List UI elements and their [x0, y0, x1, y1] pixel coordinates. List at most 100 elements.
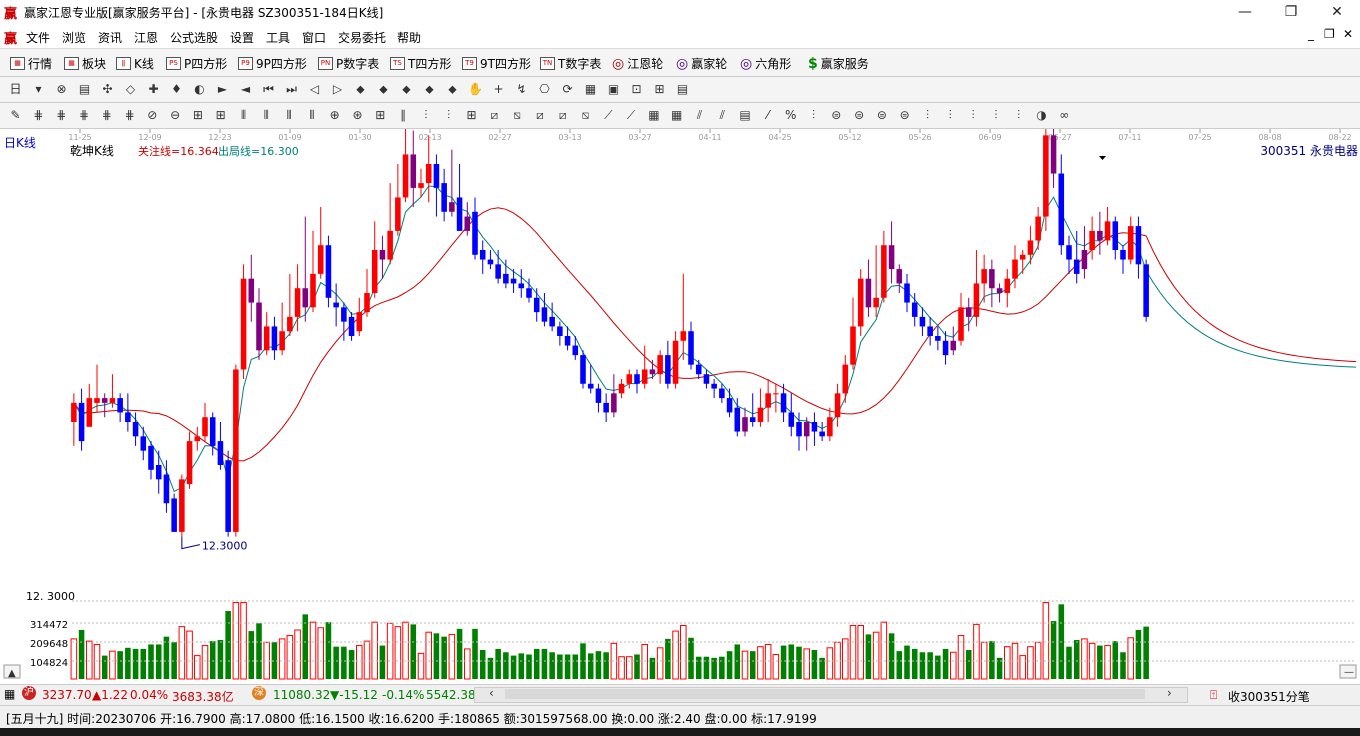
tool-button-icon[interactable]: ⊕ — [327, 108, 342, 122]
tool-button-icon[interactable]: ▾ — [31, 82, 46, 96]
tool-button-icon[interactable]: ⫶ — [806, 108, 821, 122]
menu-trade[interactable]: 交易委托 — [338, 29, 386, 46]
menu-window[interactable]: 窗口 — [302, 29, 326, 46]
tool-button-icon[interactable]: ⫶ — [1011, 108, 1026, 122]
tool-button-icon[interactable]: ▦ — [669, 108, 684, 122]
tool-button-icon[interactable]: ⫶ — [988, 108, 1003, 122]
tool-button-icon[interactable]: ⫶ — [943, 108, 958, 122]
tool-button-icon[interactable]: 日 — [8, 82, 23, 96]
tool-button-icon[interactable]: ⧅ — [510, 108, 525, 122]
scrollbar-thumb[interactable] — [505, 689, 1145, 699]
tool-button-icon[interactable]: ⊡ — [629, 82, 644, 96]
tool-button-icon[interactable]: ▤ — [738, 108, 753, 122]
tool-button-icon[interactable]: ⫶ — [418, 108, 433, 122]
tool-button-icon[interactable]: ⫽ — [692, 108, 707, 122]
quotes-button[interactable]: ▦ 行情 — [10, 55, 52, 72]
child-minimize-button[interactable]: _ — [1308, 27, 1314, 41]
menu-tools[interactable]: 工具 — [266, 29, 290, 46]
tool-button-icon[interactable]: ⊜ — [852, 108, 867, 122]
kline-chart[interactable]: 11-25 12-09 12-23 01-09 01-30 02-13 02-27 03-13… — [0, 103, 1360, 682]
menu-formula-select[interactable]: 公式选股 — [170, 29, 218, 46]
tool-button-icon[interactable]: ✎ — [8, 108, 23, 122]
hexagon-button[interactable]: ◎ 六角形 — [740, 55, 791, 72]
tool-button-icon[interactable]: ⊞ — [652, 82, 667, 96]
tool-button-icon[interactable]: + — [491, 82, 506, 96]
tool-button-icon[interactable]: ⊛ — [350, 108, 365, 122]
kline-button[interactable]: ǁ K线 — [116, 55, 154, 72]
tool-button-icon[interactable]: ⎔ — [537, 82, 552, 96]
tool-button-icon[interactable]: ⊗ — [54, 82, 69, 96]
tool-button-icon[interactable]: ⧅ — [578, 108, 593, 122]
tool-button-icon[interactable]: ⬥ — [399, 82, 414, 96]
tool-button-icon[interactable]: ⋕ — [76, 108, 91, 122]
tool-button-icon[interactable]: ⋕ — [31, 108, 46, 122]
tool-button-icon[interactable]: ⋕ — [122, 108, 137, 122]
9t-square-button[interactable]: T9 9T四方形 — [462, 55, 531, 72]
tool-button-icon[interactable]: ▦ — [583, 82, 598, 96]
tool-button-icon[interactable]: ⬥ — [353, 82, 368, 96]
tool-button-icon[interactable]: ⧄ — [555, 108, 570, 122]
tool-button-icon[interactable]: ∥ — [396, 108, 411, 122]
tool-button-icon[interactable]: ⧄ — [532, 108, 547, 122]
horizontal-scrollbar[interactable]: ‹ › — [474, 686, 1188, 703]
tool-button-icon[interactable]: ◄ — [238, 82, 253, 96]
tool-button-icon[interactable]: ♦ — [169, 82, 184, 96]
close-button[interactable]: ✕ — [1314, 0, 1360, 24]
tool-button-icon[interactable]: ⊞ — [464, 108, 479, 122]
tool-button-icon[interactable]: ⊘ — [145, 108, 160, 122]
restore-button[interactable]: ❐ — [1268, 0, 1314, 24]
kline-chart-panel[interactable]: 11-25 12-09 12-23 01-09 01-30 02-13 02-27 03-13… — [0, 103, 1360, 682]
tool-button-icon[interactable]: ◐ — [192, 82, 207, 96]
tool-button-icon[interactable]: ▦ — [646, 108, 661, 122]
tool-button-icon[interactable]: ⋕ — [54, 108, 69, 122]
tool-button-icon[interactable]: ⟋ — [624, 108, 639, 122]
t-number-table-button[interactable]: TN T数字表 — [540, 55, 601, 72]
tool-button-icon[interactable]: ⫶ — [966, 108, 981, 122]
tool-button-icon[interactable]: ◇ — [123, 82, 138, 96]
tool-button-icon[interactable]: ✚ — [146, 82, 161, 96]
tick-detail-text[interactable]: 收300351分笔 — [1228, 688, 1310, 705]
tool-button-icon[interactable]: ⊞ — [213, 108, 228, 122]
tool-button-icon[interactable]: ⫴ — [236, 108, 251, 122]
tool-button-icon[interactable]: ◑ — [1034, 108, 1049, 122]
child-close-button[interactable]: ✕ — [1343, 27, 1353, 41]
tool-button-icon[interactable]: ✋ — [468, 82, 483, 96]
t-square-button[interactable]: TS T四方形 — [390, 55, 451, 72]
tool-button-icon[interactable]: ⫶ — [920, 108, 935, 122]
tool-button-icon[interactable]: ⫴ — [282, 108, 297, 122]
tool-button-icon[interactable]: ⁄ — [760, 108, 775, 122]
tool-button-icon[interactable]: ▤ — [675, 82, 690, 96]
tool-button-icon[interactable]: ✣ — [100, 82, 115, 96]
tool-button-icon[interactable]: ⋕ — [99, 108, 114, 122]
tool-button-icon[interactable]: ⊖ — [168, 108, 183, 122]
tool-button-icon[interactable]: ⏭ — [284, 82, 299, 96]
tool-button-icon[interactable]: ⫴ — [259, 108, 274, 122]
menu-settings[interactable]: 设置 — [230, 29, 254, 46]
menu-browse[interactable]: 浏览 — [62, 29, 86, 46]
gann-wheel-button[interactable]: ◎ 江恩轮 — [612, 55, 663, 72]
tool-button-icon[interactable]: ⊜ — [829, 108, 844, 122]
tool-button-icon[interactable]: ⊞ — [373, 108, 388, 122]
menu-gann[interactable]: 江恩 — [134, 29, 158, 46]
tool-button-icon[interactable]: ⟳ — [560, 82, 575, 96]
p-square-button[interactable]: PS P四方形 — [166, 55, 227, 72]
grid-icon[interactable]: ▦ — [4, 687, 15, 701]
tool-button-icon[interactable]: ⫽ — [715, 108, 730, 122]
sectors-button[interactable]: ▦ 板块 — [64, 55, 106, 72]
tool-button-icon[interactable]: ⊜ — [897, 108, 912, 122]
tool-button-icon[interactable]: ⏮ — [261, 82, 276, 96]
tool-button-icon[interactable]: ▣ — [606, 82, 621, 96]
tool-button-icon[interactable]: ⫴ — [304, 108, 319, 122]
win-wheel-button[interactable]: ◎ 赢家轮 — [676, 55, 727, 72]
tool-button-icon[interactable]: ⫶ — [441, 108, 456, 122]
menu-help[interactable]: 帮助 — [397, 29, 421, 46]
tool-button-icon[interactable]: ⧄ — [487, 108, 502, 122]
tool-button-icon[interactable]: ◁ — [307, 82, 322, 96]
tool-button-icon[interactable]: ⬥ — [422, 82, 437, 96]
menu-file[interactable]: 文件 — [26, 29, 50, 46]
child-restore-button[interactable]: ❐ — [1324, 27, 1335, 41]
minimize-button[interactable]: — — [1222, 0, 1268, 24]
tool-button-icon[interactable]: ▤ — [77, 82, 92, 96]
chevron-left-icon[interactable]: ‹ — [489, 686, 494, 700]
9p-square-button[interactable]: P9 9P四方形 — [238, 55, 307, 72]
